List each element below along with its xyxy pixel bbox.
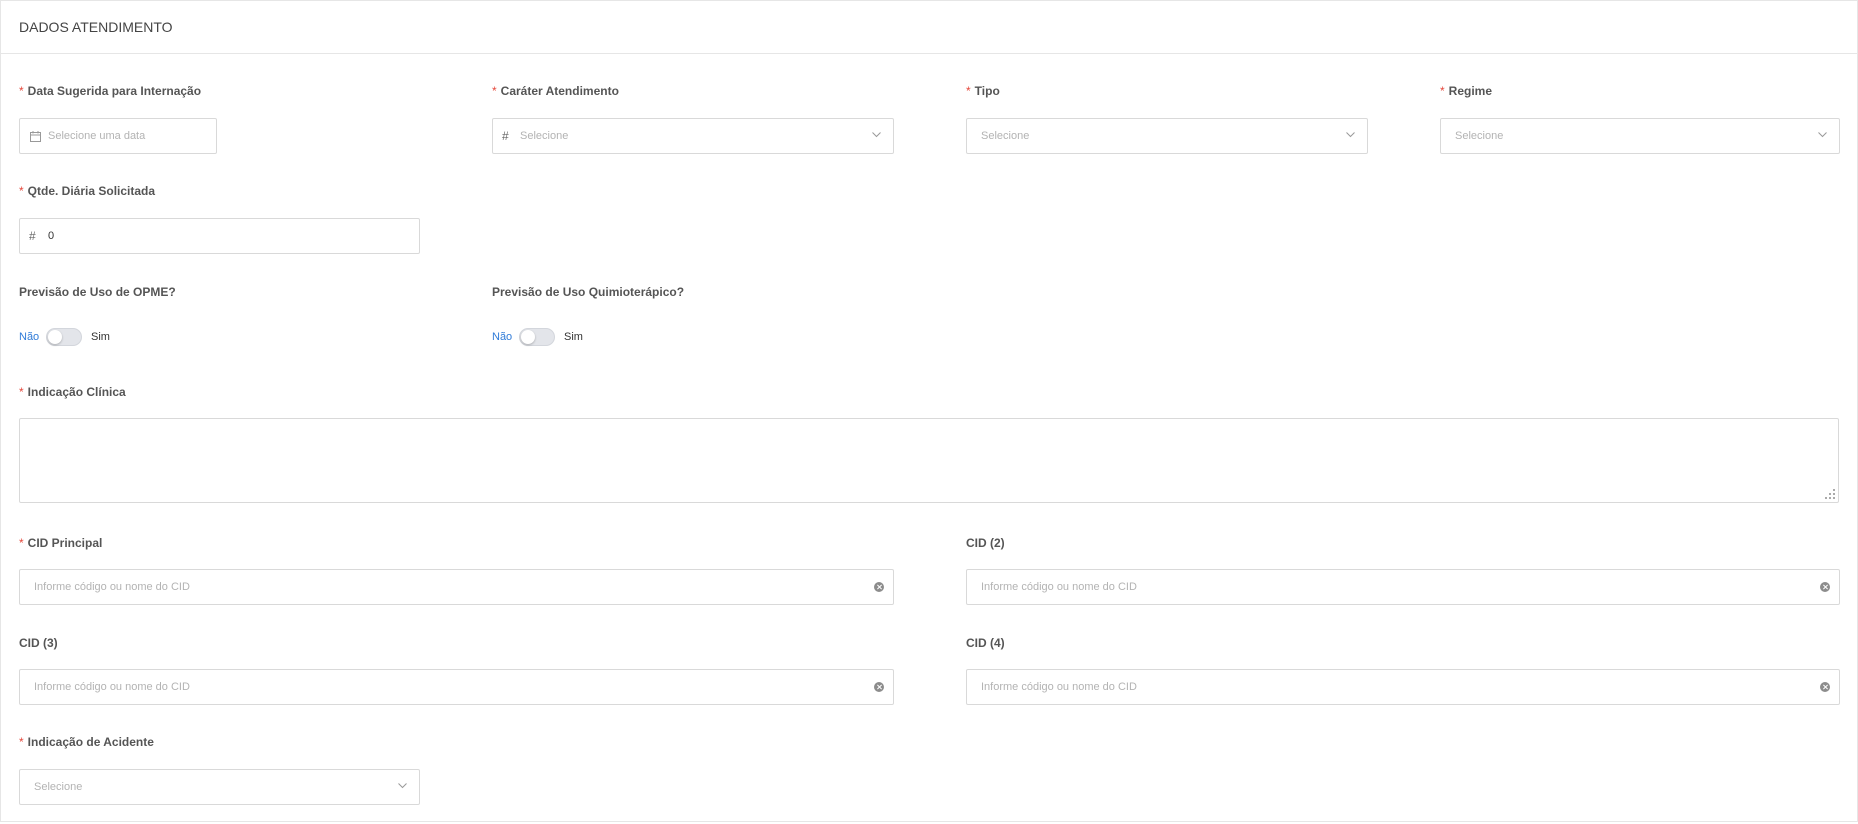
- cid3-label: CID (3): [19, 636, 58, 650]
- quimio-label: Previsão de Uso Quimioterápico?: [492, 285, 685, 299]
- quimio-toggle-row: Não Sim: [492, 328, 592, 348]
- chevron-down-icon: [398, 783, 407, 789]
- panel-header: DADOS ATENDIMENTO: [1, 1, 1857, 54]
- indicacao-clinica-label: * Indicação Clínica: [19, 385, 126, 399]
- indicacao-acidente-placeholder: Selecione: [34, 781, 83, 793]
- section-title: DADOS ATENDIMENTO: [19, 19, 173, 35]
- cid2-autocomplete[interactable]: Informe código ou nome do CID: [966, 569, 1840, 605]
- opme-no-label: Não: [19, 331, 40, 343]
- carater-atendimento-select[interactable]: # Selecione: [492, 118, 894, 154]
- clear-icon[interactable]: [874, 682, 884, 692]
- qtde-diaria-input[interactable]: # 0: [19, 218, 420, 254]
- carater-atendimento-label: * Caráter Atendimento: [492, 84, 619, 98]
- hash-icon: #: [29, 229, 36, 243]
- opme-yes-label: Sim: [91, 331, 110, 343]
- clear-icon[interactable]: [874, 582, 884, 592]
- quimio-no-label: Não: [492, 331, 513, 343]
- regime-select[interactable]: Selecione: [1440, 118, 1840, 154]
- indicacao-acidente-label: * Indicação de Acidente: [19, 735, 154, 749]
- required-mark: *: [19, 735, 24, 749]
- qtde-diaria-label: * Qtde. Diária Solicitada: [19, 184, 156, 198]
- clear-icon[interactable]: [1820, 682, 1830, 692]
- indicacao-acidente-select[interactable]: Selecione: [19, 769, 420, 805]
- required-mark: *: [19, 84, 24, 98]
- calendar-icon: [30, 131, 41, 142]
- resize-handle-icon[interactable]: [1825, 489, 1835, 499]
- required-mark: *: [19, 536, 24, 550]
- dados-atendimento-panel: DADOS ATENDIMENTO * Data Sugerida para In…: [0, 0, 1858, 822]
- carater-placeholder: Selecione: [520, 130, 569, 142]
- toggle-knob: [48, 330, 62, 344]
- cid4-label: CID (4): [966, 636, 1005, 650]
- clear-icon[interactable]: [1820, 582, 1830, 592]
- cid2-label: CID (2): [966, 536, 1005, 550]
- cid-principal-autocomplete[interactable]: Informe código ou nome do CID: [19, 569, 894, 605]
- opme-label: Previsão de Uso de OPME?: [19, 285, 176, 299]
- hash-icon: #: [502, 129, 509, 143]
- required-mark: *: [966, 84, 971, 98]
- required-mark: *: [19, 385, 24, 399]
- opme-toggle-row: Não Sim: [19, 328, 119, 348]
- indicacao-clinica-textarea[interactable]: [19, 418, 1839, 503]
- toggle-knob: [521, 330, 535, 344]
- cid3-autocomplete[interactable]: Informe código ou nome do CID: [19, 669, 894, 705]
- qtde-diaria-value: 0: [48, 230, 55, 242]
- cid4-placeholder: Informe código ou nome do CID: [981, 681, 1137, 693]
- cid-principal-placeholder: Informe código ou nome do CID: [34, 581, 190, 593]
- cid-principal-label: * CID Principal: [19, 536, 103, 550]
- data-sugerida-placeholder: Selecione uma data: [48, 130, 146, 142]
- cid4-autocomplete[interactable]: Informe código ou nome do CID: [966, 669, 1840, 705]
- tipo-placeholder: Selecione: [981, 130, 1030, 142]
- data-sugerida-datepicker[interactable]: Selecione uma data: [19, 118, 217, 154]
- data-sugerida-label: * Data Sugerida para Internação: [19, 84, 202, 98]
- required-mark: *: [1440, 84, 1445, 98]
- chevron-down-icon: [872, 132, 881, 138]
- chevron-down-icon: [1346, 132, 1355, 138]
- quimio-toggle[interactable]: [519, 328, 555, 346]
- chevron-down-icon: [1818, 132, 1827, 138]
- cid3-placeholder: Informe código ou nome do CID: [34, 681, 190, 693]
- regime-label: * Regime: [1440, 84, 1493, 98]
- quimio-yes-label: Sim: [564, 331, 583, 343]
- cid2-placeholder: Informe código ou nome do CID: [981, 581, 1137, 593]
- tipo-select[interactable]: Selecione: [966, 118, 1368, 154]
- required-mark: *: [492, 84, 497, 98]
- regime-placeholder: Selecione: [1455, 130, 1504, 142]
- tipo-label: * Tipo: [966, 84, 1000, 98]
- opme-toggle[interactable]: [46, 328, 82, 346]
- required-mark: *: [19, 184, 24, 198]
